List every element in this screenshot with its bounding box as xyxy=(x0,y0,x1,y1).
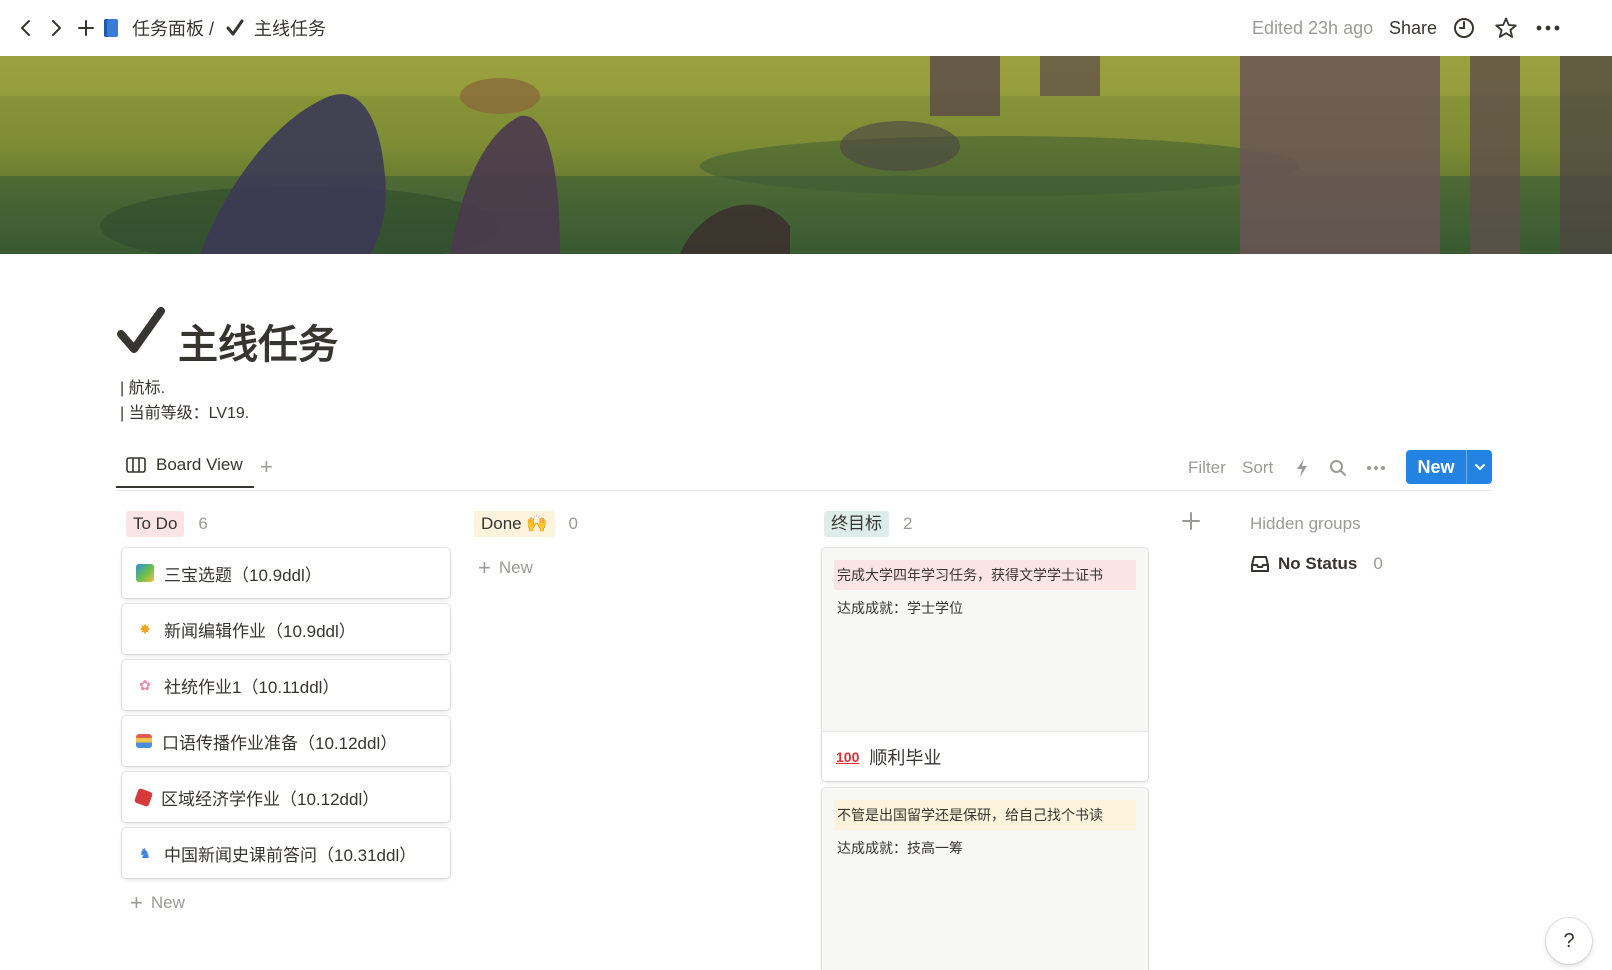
board-card[interactable]: 口语传播作业准备（10.12ddl） xyxy=(122,716,450,766)
goal-card[interactable]: 完成大学四年学习任务，获得文学学士证书 达成成就：学士学位 100 顺利毕业 xyxy=(822,548,1148,781)
breadcrumb-current-label: 主线任务 xyxy=(254,19,326,39)
favorite-star-icon[interactable] xyxy=(1492,14,1520,42)
views-divider xyxy=(116,490,1492,491)
no-status-group[interactable]: No Status 0 xyxy=(1250,554,1383,574)
card-title: 中国新闻史课前答问（10.31ddl） xyxy=(164,845,417,865)
plus-icon: + xyxy=(130,890,143,915)
top-bar: 任务面板 / 主线任务 Edited 23h ago Share xyxy=(0,0,1612,56)
goal-card-footer[interactable]: 100 顺利毕业 xyxy=(822,731,1148,781)
forward-icon[interactable] xyxy=(42,14,70,42)
board-card[interactable]: ♞ 中国新闻史课前答问（10.31ddl） xyxy=(122,828,450,878)
inbox-icon xyxy=(1251,556,1269,572)
no-status-count: 0 xyxy=(1373,554,1383,573)
done-new-button[interactable]: + New xyxy=(478,555,533,580)
no-status-label: No Status xyxy=(1278,554,1358,573)
group-label-goal: 终目标 xyxy=(824,511,889,537)
breadcrumb-parent[interactable]: 任务面板 / xyxy=(132,15,214,41)
page-description-line2[interactable]: | 当前等级：LV19. xyxy=(120,399,249,423)
page-title[interactable]: 主线任务 xyxy=(178,312,338,370)
plus-icon: + xyxy=(478,555,491,580)
group-header-goal[interactable]: 终目标 2 xyxy=(824,510,912,538)
card-title: 社统作业1（10.11ddl） xyxy=(164,677,340,697)
board-card[interactable]: 三宝选题（10.9ddl） xyxy=(122,548,450,598)
breadcrumb[interactable]: 任务面板 / xyxy=(104,16,214,40)
group-header-todo[interactable]: To Do 6 xyxy=(126,510,208,538)
hidden-groups-label: Hidden groups xyxy=(1250,514,1361,533)
help-button[interactable]: ? xyxy=(1546,918,1592,964)
more-options-icon[interactable] xyxy=(1534,14,1562,42)
board-card[interactable]: 区域经济学作业（10.12ddl） xyxy=(122,772,450,822)
book-icon xyxy=(104,19,118,37)
edited-timestamp: Edited 23h ago xyxy=(1252,18,1374,38)
goal-card-highlight: 完成大学四年学习任务，获得文学学士证书 xyxy=(834,560,1136,590)
todo-new-button[interactable]: + New xyxy=(130,890,185,915)
todo-new-label: New xyxy=(150,893,185,912)
breadcrumb-current[interactable]: 主线任务 xyxy=(226,16,326,40)
new-dropdown-chevron-icon[interactable] xyxy=(1467,463,1492,471)
carousel-icon: ♞ xyxy=(138,845,152,861)
star-icon: ✸ xyxy=(139,621,151,637)
goal-card-achievement: 达成成就：学士学位 xyxy=(837,600,963,616)
picture-icon xyxy=(136,564,154,582)
tab-board-view[interactable]: Board View xyxy=(116,444,254,488)
filter-button[interactable]: Filter xyxy=(1188,458,1226,478)
goal-card[interactable]: 不管是出国留学还是保研，给自己找个书读 达成成就：技高一筹 xyxy=(822,788,1148,970)
goal-card-highlight: 不管是出国留学还是保研，给自己找个书读 xyxy=(834,800,1136,830)
search-icon[interactable] xyxy=(1326,456,1350,480)
group-count-done: 0 xyxy=(568,514,578,533)
group-count-todo: 6 xyxy=(198,514,208,533)
card-title: 口语传播作业准备（10.12ddl） xyxy=(162,733,398,753)
board-view-icon xyxy=(126,457,146,473)
back-icon[interactable] xyxy=(12,14,40,42)
group-label-todo: To Do xyxy=(126,511,185,537)
view-more-icon[interactable] xyxy=(1364,456,1388,480)
share-button[interactable]: Share xyxy=(1389,18,1437,39)
page-description-line1[interactable]: | 航标. xyxy=(120,374,165,398)
updates-clock-icon[interactable] xyxy=(1450,14,1478,42)
card-title: 区域经济学作业（10.12ddl） xyxy=(161,789,380,809)
check-icon xyxy=(226,19,244,36)
automation-lightning-icon[interactable] xyxy=(1290,456,1314,480)
group-label-done: Done 🙌 xyxy=(474,511,555,537)
blossom-icon: ✿ xyxy=(139,677,151,693)
card-title: 新闻编辑作业（10.9ddl） xyxy=(164,621,356,641)
board-card[interactable]: ✿ 社统作业1（10.11ddl） xyxy=(122,660,450,710)
cover-image xyxy=(0,56,1612,254)
hundred-points-icon: 100 xyxy=(836,748,860,765)
board-card[interactable]: ✸ 新闻编辑作业（10.9ddl） xyxy=(122,604,450,654)
group-count-goal: 2 xyxy=(903,514,913,533)
page-check-icon[interactable] xyxy=(116,306,166,361)
card-title: 三宝选题（10.9ddl） xyxy=(164,565,322,585)
group-header-done[interactable]: Done 🙌 0 xyxy=(474,510,578,538)
new-item-label: New xyxy=(1417,456,1455,477)
tab-board-view-label: Board View xyxy=(156,455,243,474)
add-page-icon[interactable] xyxy=(72,14,100,42)
done-new-label: New xyxy=(498,558,533,577)
sort-button[interactable]: Sort xyxy=(1242,458,1273,478)
dice-icon xyxy=(133,787,154,807)
goal-card-achievement: 达成成就：技高一筹 xyxy=(837,840,963,856)
books-icon xyxy=(136,734,152,748)
add-view-icon[interactable]: + xyxy=(260,454,273,480)
new-item-button[interactable]: New xyxy=(1406,450,1492,484)
goal-card-title: 顺利毕业 xyxy=(869,747,942,768)
add-group-icon[interactable] xyxy=(1180,510,1202,532)
